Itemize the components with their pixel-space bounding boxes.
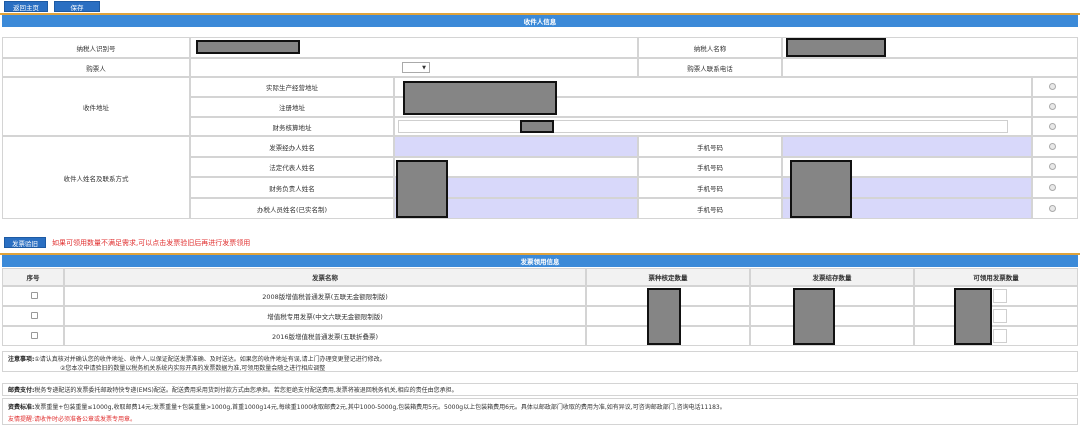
- redacted-block: [403, 81, 557, 115]
- back-home-button[interactable]: 返回主页: [4, 1, 48, 12]
- postal-title: 邮费支付:: [8, 387, 35, 394]
- taxpayer-id-label: 纳税人识别号: [2, 37, 190, 58]
- phone-label: 手机号码: [638, 157, 782, 177]
- contact-role-label: 法定代表人姓名: [190, 157, 394, 177]
- address-label: 收件地址: [2, 77, 190, 136]
- invoice-name: 2016版增值税普通发票(五联折叠票): [64, 326, 586, 346]
- contact-radio[interactable]: [1049, 205, 1056, 212]
- redacted-block: [790, 160, 852, 218]
- row-checkbox[interactable]: [31, 292, 38, 299]
- address-radio[interactable]: [1049, 103, 1056, 110]
- contacts-label: 收件人姓名及联系方式: [2, 136, 190, 219]
- address-option-label: 注册地址: [190, 97, 394, 117]
- row-checkbox[interactable]: [31, 312, 38, 319]
- address-input[interactable]: [398, 120, 1008, 133]
- address-radio[interactable]: [1049, 83, 1056, 90]
- buyer-phone-value: [782, 58, 1078, 77]
- column-header: 发票结存数量: [750, 268, 914, 286]
- invoice-name: 2008版增值税普通发票(五联无金额限制版): [64, 286, 586, 306]
- address-option-label: 实际生产经营地址: [190, 77, 394, 97]
- attention-title: 注意事项:: [8, 356, 35, 363]
- attention-text: ①请认真核对并确认您的收件地址、收件人,以保证配送发票准确、及时送达。如果您的收…: [34, 356, 386, 363]
- phone-label: 手机号码: [638, 198, 782, 219]
- quantity-input[interactable]: [993, 289, 1007, 303]
- column-header: 票种核定数量: [586, 268, 750, 286]
- row-checkbox[interactable]: [31, 332, 38, 339]
- redacted-block: [647, 288, 681, 345]
- redacted-block: [786, 38, 886, 57]
- buyer-label: 购票人: [2, 58, 190, 77]
- fee-title: 资费标准:: [8, 404, 35, 411]
- postal-text: 税务专递配送的发票委托邮政特快专递(EMS)配送。配送费用采用货到付款方式由您承…: [34, 387, 458, 394]
- verify-tip: 如果可领用数量不满足需求,可以点击发票验旧后再进行发票领用: [52, 239, 251, 247]
- address-option-label: 财务核算地址: [190, 117, 394, 136]
- buyer-select[interactable]: ▼: [402, 62, 430, 73]
- column-header: 可领用发票数量: [914, 268, 1078, 286]
- contact-radio[interactable]: [1049, 184, 1056, 191]
- contact-role-label: 发票经办人姓名: [190, 136, 394, 157]
- chevron-down-icon: ▼: [422, 64, 426, 71]
- column-header: 发票名称: [64, 268, 586, 286]
- contact-name-input[interactable]: [394, 136, 638, 157]
- fee-text: 发票重量+包装重量≤1000g,收取邮费14元;发票重量+包装重量>1000g,…: [34, 404, 726, 411]
- address-radio[interactable]: [1049, 123, 1056, 130]
- quantity-input[interactable]: [993, 329, 1007, 343]
- invoice-section-title: 发票领用信息: [2, 255, 1078, 267]
- fee-note: 资费标准:发票重量+包装重量≤1000g,收取邮费14元;发票重量+包装重量>1…: [8, 402, 726, 411]
- redacted-block: [793, 288, 835, 345]
- quantity-input[interactable]: [993, 309, 1007, 323]
- contact-role-label: 办税人员姓名(已实名制): [190, 198, 394, 219]
- buyer-phone-label: 购票人联系电话: [638, 58, 782, 77]
- contact-role-label: 财务负责人姓名: [190, 177, 394, 198]
- contact-radio[interactable]: [1049, 143, 1056, 150]
- invoice-name: 增值税专用发票(中文六联无金额限制版): [64, 306, 586, 326]
- redacted-block: [196, 40, 300, 54]
- redacted-block: [520, 120, 554, 133]
- attention-note-2: ②您本次申请验旧的数量以税务机关系统内实际开具的发票数据为准,可领用数量会随之进…: [60, 365, 326, 372]
- attention-note-1: 注意事项:①请认真核对并确认您的收件地址、收件人,以保证配送发票准确、及时送达。…: [8, 354, 386, 363]
- phone-label: 手机号码: [638, 177, 782, 198]
- contact-radio[interactable]: [1049, 163, 1056, 170]
- postal-note: 邮费支付:税务专递配送的发票委托邮政特快专递(EMS)配送。配送费用采用货到付款…: [8, 385, 458, 394]
- redacted-block: [954, 288, 992, 345]
- redacted-block: [396, 160, 448, 218]
- column-header: 序号: [2, 268, 64, 286]
- invoice-verify-button[interactable]: 发票验旧: [4, 237, 46, 248]
- warm-tip: 友情提醒:请收件时必须准备公章或发票专用章。: [8, 416, 137, 423]
- save-button[interactable]: 保存: [54, 1, 100, 12]
- recipient-section-title: 收件人信息: [2, 15, 1078, 27]
- taxpayer-name-label: 纳税人名称: [638, 37, 782, 58]
- contact-phone-input[interactable]: [782, 136, 1032, 157]
- phone-label: 手机号码: [638, 136, 782, 157]
